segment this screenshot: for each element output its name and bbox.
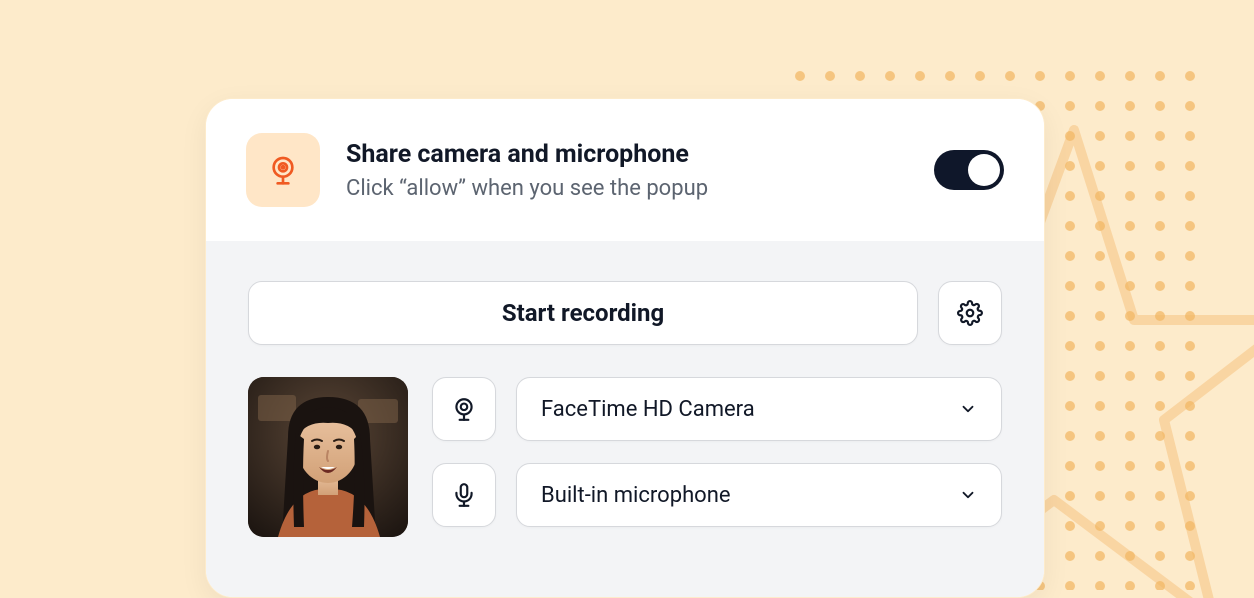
header-subtitle: Click “allow” when you see the popup: [346, 176, 908, 201]
camera-select-value: FaceTime HD Camera: [541, 397, 755, 422]
recording-setup-card: Share camera and microphone Click “allow…: [205, 98, 1045, 598]
start-recording-label: Start recording: [502, 299, 664, 327]
toggle-knob: [968, 154, 1000, 186]
gear-icon: [957, 300, 983, 326]
start-recording-button[interactable]: Start recording: [248, 281, 918, 345]
microphone-select[interactable]: Built-in microphone: [516, 463, 1002, 527]
card-header: Share camera and microphone Click “allow…: [206, 99, 1044, 241]
header-title: Share camera and microphone: [346, 139, 908, 172]
header-text: Share camera and microphone Click “allow…: [346, 139, 908, 201]
chevron-down-icon: [959, 400, 977, 418]
settings-button[interactable]: [938, 281, 1002, 345]
share-toggle[interactable]: [934, 150, 1004, 190]
chevron-down-icon: [959, 486, 977, 504]
webcam-icon: [267, 154, 299, 186]
webcam-icon: [451, 396, 477, 422]
webcam-icon-tile: [246, 133, 320, 207]
camera-preview: [248, 377, 408, 537]
microphone-device-button[interactable]: [432, 463, 496, 527]
microphone-select-value: Built-in microphone: [541, 483, 731, 508]
camera-device-button[interactable]: [432, 377, 496, 441]
camera-select[interactable]: FaceTime HD Camera: [516, 377, 1002, 441]
card-body: Start recording: [206, 241, 1044, 597]
microphone-icon: [451, 482, 477, 508]
device-controls: FaceTime HD Camera: [432, 377, 1002, 527]
